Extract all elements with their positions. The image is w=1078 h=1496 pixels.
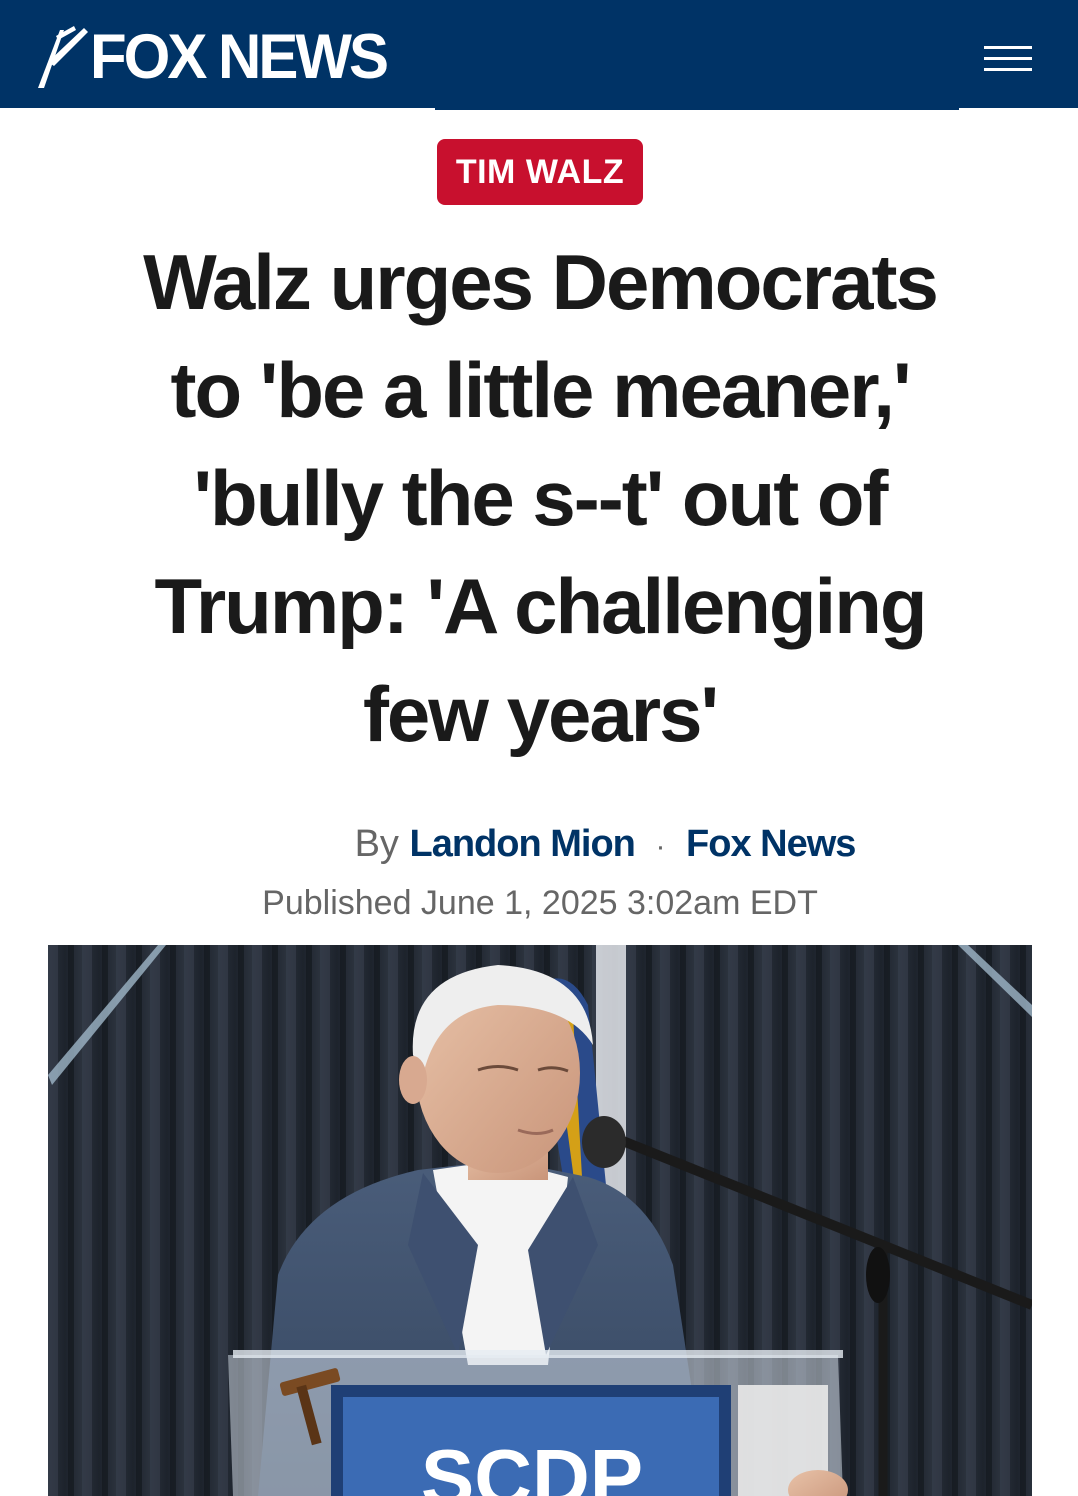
podium-sign-text: SCDP (421, 1433, 643, 1496)
byline-separator: · (655, 830, 666, 863)
logo-text: FOX NEWS (90, 21, 389, 92)
headline-line: few years' (362, 670, 719, 758)
menu-button[interactable] (978, 38, 1036, 78)
site-header: FOX NEWS (0, 0, 1078, 108)
article-photo[interactable]: SCDP (48, 945, 1032, 1496)
headline-line: Trump: 'A challenging (154, 562, 927, 650)
header-notch (435, 108, 959, 110)
headline-line: to 'be a little meaner,' (170, 346, 911, 434)
byline: By Landon Mion · Fox News (0, 818, 1078, 873)
fox-news-logo[interactable]: FOX NEWS (34, 21, 389, 92)
article-headline: Walz urges Democrats to 'be a little mea… (60, 228, 1020, 768)
speaker-at-podium-photo: SCDP (48, 945, 1032, 1496)
category-tag[interactable]: TIM WALZ (437, 139, 643, 205)
source-link[interactable]: Fox News (686, 823, 856, 865)
fox-news-logo-mark-icon (38, 26, 88, 88)
hamburger-menu-icon (984, 46, 1032, 49)
published-date: Published June 1, 2025 3:02am EDT (262, 884, 818, 922)
headline-line: Walz urges Democrats (143, 238, 939, 326)
author-link[interactable]: Landon Mion (410, 823, 636, 865)
headline-line: 'bully the s--t' out of (193, 454, 889, 542)
byline-prefix: By (354, 823, 399, 865)
